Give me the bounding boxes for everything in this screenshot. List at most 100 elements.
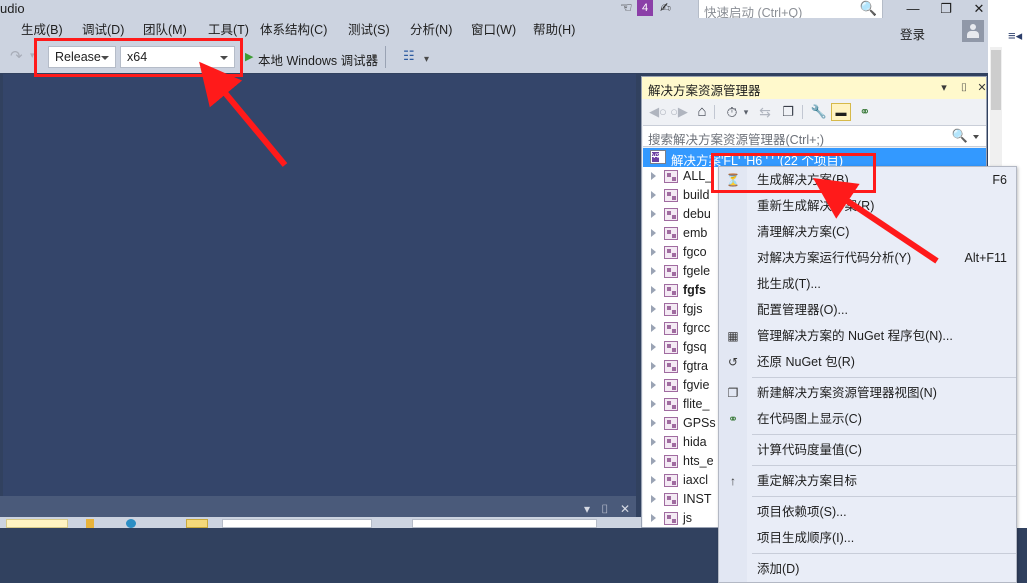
- chevron-right-icon[interactable]: [651, 400, 656, 408]
- solution-explorer-titlebar: 解决方案资源管理器 ▾ ⌷ ✕: [642, 77, 989, 99]
- tree-item-label: fgfs: [683, 283, 706, 297]
- pending-changes-icon[interactable]: ⏱: [722, 103, 742, 121]
- sync-with-active-document-icon[interactable]: ⇆: [755, 103, 775, 121]
- tree-item-label: fgco: [683, 245, 707, 259]
- properties-icon[interactable]: 🔧: [809, 103, 829, 121]
- search-icon[interactable]: 🔍: [952, 128, 968, 144]
- bottom-chip-error[interactable]: [186, 519, 208, 528]
- window-icon[interactable]: ☷: [403, 48, 415, 64]
- home-icon[interactable]: ⌂: [692, 103, 712, 121]
- tree-item-label: debu: [683, 207, 711, 221]
- chevron-right-icon[interactable]: [651, 362, 656, 370]
- solution-explorer-toolbar: ◀○ ○▶ ⌂ ⏱ ▾ ⇆ ❐ 🔧 ▬ ⚭: [642, 99, 986, 125]
- configuration-combo[interactable]: Release: [48, 46, 116, 68]
- chevron-right-icon[interactable]: [651, 438, 656, 446]
- preview-selected-items-icon[interactable]: ▬: [831, 103, 851, 121]
- menu-item-configuration-manager[interactable]: 配置管理器(O)...: [719, 297, 1016, 323]
- chevron-right-icon[interactable]: [651, 343, 656, 351]
- menu-team[interactable]: 团队(M): [140, 21, 190, 39]
- menu-test[interactable]: 测试(S): [345, 21, 393, 39]
- chevron-right-icon[interactable]: [651, 305, 656, 313]
- menu-tools[interactable]: 工具(T): [205, 21, 252, 39]
- menu-analyze[interactable]: 分析(N): [407, 21, 455, 39]
- menu-item-new-solution-explorer-view[interactable]: ❐ 新建解决方案资源管理器视图(N): [719, 380, 1016, 406]
- chevron-right-icon[interactable]: [651, 191, 656, 199]
- chevron-right-icon[interactable]: [651, 476, 656, 484]
- menu-item-show-on-code-map[interactable]: ⚭ 在代码图上显示(C): [719, 406, 1016, 432]
- menu-item-rebuild-solution[interactable]: 重新生成解决方案(R): [719, 193, 1016, 219]
- menu-window[interactable]: 窗口(W): [468, 21, 519, 39]
- account-avatar[interactable]: [962, 20, 984, 42]
- menu-item-project-build-order[interactable]: 项目生成顺序(I)...: [719, 525, 1016, 551]
- chevron-right-icon[interactable]: [651, 210, 656, 218]
- maximize-button[interactable]: ❐: [932, 0, 960, 18]
- solution-context-menu: ⏳ 生成解决方案(B) F6 重新生成解决方案(R) 清理解决方案(C) 对解决…: [718, 166, 1017, 583]
- bottom-filter-input[interactable]: [222, 519, 372, 528]
- notification-count-badge[interactable]: 4: [637, 0, 653, 16]
- chevron-right-icon[interactable]: [651, 229, 656, 237]
- sign-in-link[interactable]: 登录: [900, 24, 925, 43]
- solution-explorer-search-input[interactable]: 搜索解决方案资源管理器(Ctrl+;) 🔍: [643, 125, 986, 147]
- menu-build[interactable]: 生成(B): [18, 21, 66, 39]
- tree-item-label: iaxcl: [683, 473, 709, 487]
- menu-item-build-solution[interactable]: ⏳ 生成解决方案(B) F6: [719, 167, 1016, 193]
- solution-explorer-pin-button[interactable]: ⌷: [957, 81, 971, 95]
- project-icon: [664, 436, 678, 449]
- bottom-chip-warning[interactable]: [6, 519, 68, 528]
- menu-item-project-dependencies[interactable]: 项目依赖项(S)...: [719, 499, 1016, 525]
- quick-launch-input[interactable]: 快速启动 (Ctrl+Q) 🔍: [698, 0, 883, 20]
- back-icon[interactable]: ◀○: [648, 103, 668, 121]
- tree-item-label: flite_: [683, 397, 710, 411]
- chevron-right-icon[interactable]: [651, 267, 656, 275]
- minimize-button[interactable]: —: [899, 0, 927, 18]
- menu-help[interactable]: 帮助(H): [530, 21, 578, 39]
- start-debug-label[interactable]: 本地 Windows 调试器: [258, 50, 378, 69]
- menu-debug[interactable]: 调试(D): [79, 21, 127, 39]
- right-scrollbar-thumb[interactable]: [991, 50, 1001, 110]
- menu-item-clean-solution[interactable]: 清理解决方案(C): [719, 219, 1016, 245]
- solution-explorer-dropdown-button[interactable]: ▾: [937, 81, 951, 95]
- menubar: 生成(B) 调试(D) 团队(M) 工具(T) 体系结构(C) 测试(S) 分析…: [0, 18, 1027, 42]
- solution-explorer-close-button[interactable]: ✕: [975, 81, 989, 95]
- chevron-right-icon[interactable]: [651, 419, 656, 427]
- bottom-panel-dropdown-button[interactable]: ▾: [584, 502, 590, 516]
- chevron-right-icon[interactable]: [651, 286, 656, 294]
- forward-icon[interactable]: ○▶: [669, 103, 689, 121]
- undo-chevron-down-icon[interactable]: ▾: [30, 50, 35, 61]
- play-icon[interactable]: ▶: [245, 50, 253, 63]
- code-map-icon[interactable]: ⚭: [855, 103, 875, 121]
- chevron-right-icon[interactable]: [651, 172, 656, 180]
- tree-row-solution[interactable]: VS 解决方案'FL' 'H6 ' ' '(22 个项目): [643, 148, 986, 168]
- menu-item-run-code-analysis[interactable]: 对解决方案运行代码分析(Y) Alt+F11: [719, 245, 1016, 271]
- chevron-down-icon[interactable]: [973, 135, 979, 139]
- context-menu-separator: [752, 553, 1016, 554]
- menu-item-retarget-solution[interactable]: ↑ 重定解决方案目标: [719, 468, 1016, 494]
- bottom-panel-close-button[interactable]: ✕: [620, 502, 630, 516]
- chevron-right-icon[interactable]: [651, 514, 656, 522]
- chevron-right-icon[interactable]: [651, 457, 656, 465]
- chevron-right-icon[interactable]: [651, 495, 656, 503]
- menu-item-add[interactable]: 添加(D): [719, 556, 1016, 582]
- overflow-chevron-icon[interactable]: ▾: [424, 54, 429, 65]
- start-debug-chevron-down-icon[interactable]: ▾: [372, 51, 377, 62]
- feedback-icon[interactable]: ✍: [660, 0, 671, 16]
- chevron-right-icon[interactable]: [651, 381, 656, 389]
- chevron-right-icon[interactable]: [651, 248, 656, 256]
- menu-item-batch-build[interactable]: 批生成(T)...: [719, 271, 1016, 297]
- platform-combo[interactable]: x64: [120, 46, 235, 68]
- menu-item-calculate-code-metrics[interactable]: 计算代码度量值(C): [719, 437, 1016, 463]
- pending-changes-chevron-down-icon[interactable]: ▾: [741, 103, 751, 121]
- solution-explorer-search-placeholder: 搜索解决方案资源管理器(Ctrl+;): [648, 133, 825, 147]
- notifications-icon[interactable]: ☜: [620, 0, 633, 16]
- undo-arrow-icon[interactable]: ↷: [10, 47, 23, 65]
- menu-item-manage-nuget-packages[interactable]: ▦ 管理解决方案的 NuGet 程序包(N)...: [719, 323, 1016, 349]
- bottom-panel-pin-button[interactable]: ⌷: [601, 502, 608, 517]
- menu-item-shortcut: Alt+F11: [964, 251, 1008, 265]
- properties-window-icon[interactable]: ≡◂: [1008, 28, 1022, 44]
- collapse-all-icon[interactable]: ❐: [778, 103, 798, 121]
- menu-item-restore-nuget-packages[interactable]: ↺ 还原 NuGet 包(R): [719, 349, 1016, 375]
- menu-architecture[interactable]: 体系结构(C): [257, 21, 330, 39]
- chevron-right-icon[interactable]: [651, 324, 656, 332]
- bottom-search-input[interactable]: [412, 519, 597, 528]
- toolbar-separator-2: [385, 46, 386, 68]
